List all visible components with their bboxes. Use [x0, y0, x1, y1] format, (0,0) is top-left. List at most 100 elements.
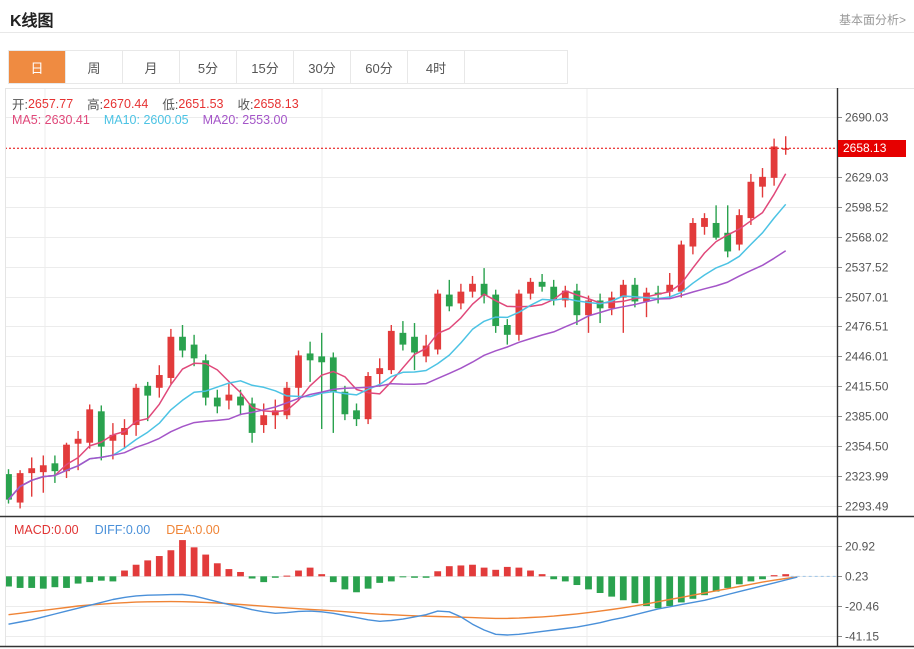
- macd-bar: [40, 576, 47, 588]
- current-price-tag: 2658.13: [838, 140, 906, 157]
- macd-bar: [643, 576, 650, 606]
- macd-bar: [550, 576, 557, 579]
- macd-axis-label: -41.15: [845, 630, 879, 644]
- macd-bar: [75, 576, 82, 583]
- macd-bar: [28, 576, 35, 588]
- low-label: 低:: [162, 94, 178, 113]
- high-value: 2670.44: [103, 97, 148, 111]
- widget-header: K线图 基本面分析>: [0, 0, 914, 33]
- y-axis-label: 2507.01: [845, 291, 889, 305]
- tab-day[interactable]: 日: [9, 51, 66, 83]
- macd-bar: [330, 576, 337, 582]
- macd-axis-label: 20.92: [845, 540, 875, 554]
- macd-bar: [63, 576, 70, 588]
- macd-bar: [191, 547, 198, 576]
- macd-bar: [353, 576, 360, 592]
- chart-area: 2690.03 2629.03 2598.52 2568.02 2537.52 2507.…: [0, 88, 914, 649]
- candle-body: [156, 375, 163, 388]
- macd-bar: [144, 560, 151, 576]
- macd-bar: [423, 576, 430, 577]
- candle-body: [504, 325, 511, 335]
- tab-week[interactable]: 周: [66, 51, 123, 83]
- tab-15min[interactable]: 15分: [237, 51, 294, 83]
- fundamental-analysis-link[interactable]: 基本面分析>: [839, 11, 906, 28]
- candle-body: [86, 409, 93, 442]
- candle-body: [388, 331, 395, 370]
- macd-bar: [121, 571, 128, 577]
- tab-30min[interactable]: 30分: [294, 51, 351, 83]
- kline-widget: K线图 基本面分析> 日周月5分15分30分60分4时 2690.03 2629.…: [0, 0, 914, 649]
- candle-body: [214, 398, 221, 407]
- macd-bar: [492, 570, 499, 577]
- diff-value: DIFF:0.00: [95, 523, 151, 537]
- macd-bar: [411, 576, 418, 577]
- macd-bar: [655, 576, 662, 608]
- macd-bar: [585, 576, 592, 589]
- candle-body: [411, 337, 418, 353]
- tab-4hour[interactable]: 4时: [408, 51, 465, 83]
- tab-month[interactable]: 月: [123, 51, 180, 83]
- macd-bar: [771, 575, 778, 576]
- candle-body: [75, 439, 82, 444]
- macd-bar: [748, 576, 755, 581]
- candle-body: [295, 355, 302, 387]
- candle-body: [458, 292, 465, 304]
- candle-body: [400, 333, 407, 345]
- macd-axis-label: -20.46: [845, 600, 879, 614]
- macd-bar: [632, 576, 639, 603]
- y-axis-label: 2690.03: [845, 111, 889, 125]
- candle-body: [342, 392, 349, 415]
- period-tabbar: 日周月5分15分30分60分4时: [8, 50, 568, 84]
- ohlc-row: 开:2657.77 高:2670.44 低:2651.53 收:2658.13: [12, 94, 313, 113]
- ma5-line: [9, 174, 786, 500]
- low-value: 2651.53: [178, 97, 223, 111]
- macd-bar: [713, 576, 720, 591]
- candle-body: [713, 223, 720, 238]
- page-title: K线图: [10, 7, 54, 31]
- macd-bar: [782, 574, 789, 576]
- y-axis-label: 2323.99: [845, 470, 889, 484]
- y-axis-label: 2568.02: [845, 231, 889, 245]
- close-value: 2658.13: [254, 97, 299, 111]
- candle-body: [40, 465, 47, 472]
- tab-5min[interactable]: 5分: [180, 51, 237, 83]
- ma10-line: [9, 204, 786, 499]
- open-label: 开:: [12, 94, 28, 113]
- candle-body: [28, 468, 35, 473]
- macd-bar: [52, 576, 59, 587]
- dea-value: DEA:0.00: [166, 523, 220, 537]
- macd-bar: [724, 576, 731, 588]
- macd-bar: [318, 574, 325, 576]
- candle-body: [17, 473, 24, 502]
- candlestick-chart[interactable]: 2690.03 2629.03 2598.52 2568.02 2537.52 2507.…: [0, 88, 914, 649]
- macd-bar: [156, 556, 163, 576]
- y-axis-label: 2537.52: [845, 261, 889, 275]
- macd-bar: [620, 576, 627, 600]
- ma5-value: MA5: 2630.41: [12, 113, 90, 127]
- macd-bar: [446, 566, 453, 576]
- macd-bar: [98, 576, 105, 580]
- macd-bar: [342, 576, 349, 589]
- candle-body: [133, 388, 140, 425]
- candle-body: [144, 386, 151, 396]
- high-label: 高:: [87, 94, 103, 113]
- macd-bar: [736, 576, 743, 584]
- macd-bar: [504, 567, 511, 576]
- macd-bar: [469, 565, 476, 577]
- candle-body: [260, 415, 267, 425]
- macd-bar: [202, 555, 209, 577]
- y-axis-label: 2629.03: [845, 171, 889, 185]
- macd-bar: [481, 568, 488, 577]
- candle-body: [365, 376, 372, 419]
- candle-body: [759, 177, 766, 187]
- macd-bar: [226, 569, 233, 576]
- macd-bar: [608, 576, 615, 596]
- macd-bar: [214, 563, 221, 576]
- macd-bar: [133, 565, 140, 577]
- candle-body: [237, 397, 244, 406]
- candle-body: [690, 223, 697, 247]
- macd-bar: [272, 576, 279, 577]
- y-axis-label: 2598.52: [845, 201, 889, 215]
- macd-bar: [376, 576, 383, 583]
- tab-60min[interactable]: 60分: [351, 51, 408, 83]
